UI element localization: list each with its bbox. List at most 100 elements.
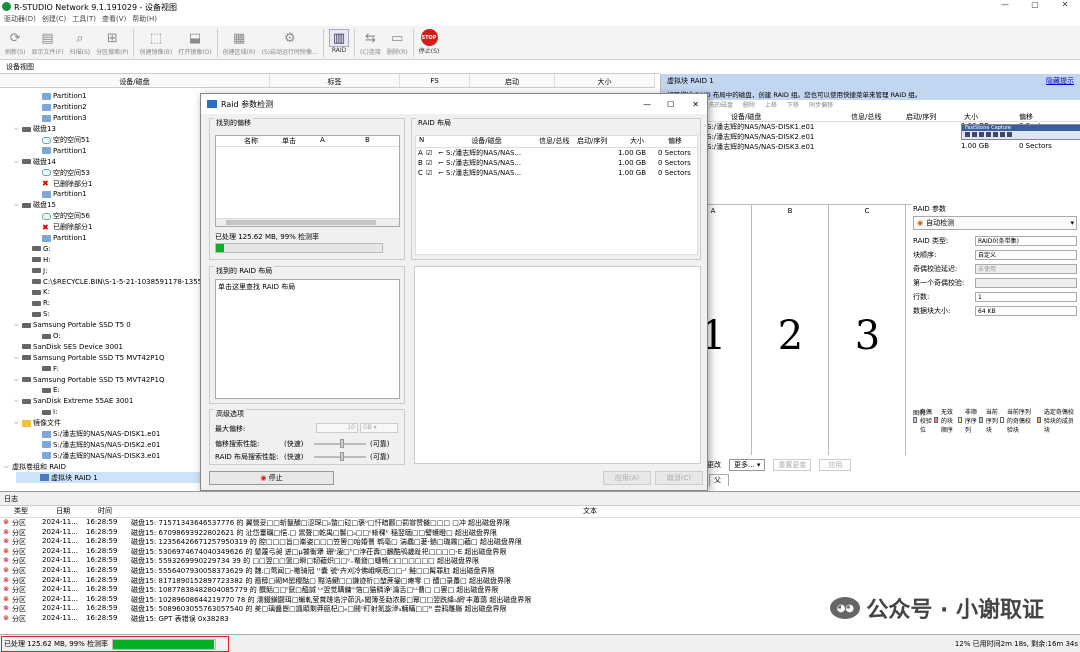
log-row[interactable]: ⊗ 分区 2024-11... 16:28:59 磁盘15: 5593269990229… [0,556,1080,566]
disk-checkbox[interactable]: ☑ [426,159,438,167]
param-value[interactable] [975,278,1077,288]
capture-icon[interactable] [993,132,998,137]
layout-block-number[interactable]: 3 [829,313,906,359]
raid-toolbar-item[interactable]: 上移 [765,100,777,112]
offset-perf-slider[interactable] [314,439,366,448]
log-row[interactable]: ⊗ 分区 2024-11... 16:28:59 磁盘15: 8171890152897… [0,576,1080,586]
dialog-minimize-button[interactable]: — [643,100,651,109]
chevron-down-icon[interactable]: ⌵ [4,463,12,471]
menu-item[interactable]: 工具(T) [72,14,96,26]
log-row[interactable]: ⊗ 分区 2024-11... 16:28:59 磁盘15: 5556407930058… [0,566,1080,576]
header-start[interactable]: 启动 [470,74,555,87]
dialog-stop-button[interactable]: ◉ 停止 [209,471,334,485]
raid-toolbar-item[interactable]: 下移 [787,100,799,112]
refresh-button[interactable]: ⟳ 刷新(S) [2,26,29,60]
param-value[interactable]: 未使用 [975,264,1077,274]
device-view-tab[interactable]: 设备视图 [0,60,660,74]
dialog-cancel-button[interactable]: 取消(C) [655,471,703,485]
capture-icon[interactable] [979,132,984,137]
max-offset-input[interactable]: 10 [316,423,358,433]
layout-block-number[interactable]: 2 [752,313,829,359]
dialog-disk-row[interactable]: A ☑ ⌐ S:/潘志辉的NAS/NAS... 1.00 GB 0 Sectors [416,148,697,158]
dialog-apply-button[interactable]: 应用(A) [603,471,651,485]
auto-detect-select[interactable]: ◉ 自动检测 ▾ [913,216,1077,230]
hide-tips-link[interactable]: 隐藏提示 [1046,76,1074,86]
param-label: 行数: [913,293,930,301]
apply-layout-button[interactable]: 应用 [819,459,852,471]
log-row[interactable]: ⊗ 分区 2024-11... 16:28:59 磁盘15: 5306974674040… [0,547,1080,557]
menu-item[interactable]: 帮助(H) [132,14,157,26]
found-layout-list[interactable]: 单击这里查找 RAID 布局 [215,279,400,399]
runtime-image-button[interactable]: ⚙ (S)启动运行时映像… [259,26,322,60]
show-files-button[interactable]: ▤ 显示文件(F) [29,26,67,60]
dialog-title: Raid 参数检测 [221,99,274,109]
log-row[interactable]: ⊗ 分区 2024-11... 16:28:59 磁盘15: 6709869392280… [0,528,1080,538]
log-row[interactable]: ⊗ 分区 2024-11... 16:28:59 磁盘15: 7157134364653… [0,518,1080,528]
auto-detect-label: 自动检测 [926,219,955,227]
tab-parent[interactable]: 父 [709,474,729,486]
delete-button[interactable]: ▭ 删除(R) [384,26,411,60]
menu-item[interactable]: 查看(V) [102,14,126,26]
tree-row-label: 磁盘13 [33,125,56,134]
dialog-disk-row[interactable]: B ☑ ⌐ S:/潘志辉的NAS/NAS... 1.00 GB 0 Sectors [416,158,697,168]
reset-changes-button[interactable]: 重置更变 [773,459,812,471]
offsets-hscrollbar[interactable] [216,218,399,226]
capture-icon[interactable] [972,132,977,137]
param-value[interactable]: RAID0(条带集) [975,236,1077,246]
raid-button[interactable]: ▥ RAID [326,26,352,60]
tree-row-label: I: [53,408,58,417]
offsets-list[interactable]: 名称 单击 A B [215,135,400,227]
chevron-down-icon[interactable]: ⌵ [14,397,22,405]
param-value[interactable]: 64 KB [975,306,1077,316]
create-region-button[interactable]: ▦ 创建区域(R) [220,26,259,60]
close-button[interactable]: ✕ [1050,0,1080,14]
raid-toolbar-item[interactable]: 同步偏移 [809,100,833,112]
partition-search-button[interactable]: ⊞ 分区搜索(P) [93,26,131,60]
more-dropdown[interactable]: 更多... ▾ [729,459,766,471]
dialog-close-button[interactable]: ✕ [692,100,699,109]
chevron-down-icon[interactable]: ⌵ [14,321,22,329]
param-value[interactable]: 自定义 [975,250,1077,260]
disk-icon [22,355,31,361]
tab-change[interactable]: 更改 [707,460,721,470]
dialog-maximize-button[interactable]: ☐ [667,100,674,109]
tree-row-label: H: [43,255,51,264]
raid-perf-slider[interactable] [314,452,366,461]
menu-item[interactable]: 创建(C) [42,14,66,26]
max-offset-label: 最大偏移: [215,425,246,433]
disk-checkbox[interactable]: ☑ [426,149,438,157]
connect-button[interactable]: ⇆ (C)连接 [357,26,384,60]
menu-item[interactable]: 驱动器(D) [4,14,36,26]
legend-item: 当前序列块 [978,409,1000,434]
capture-icon[interactable] [1000,132,1005,137]
header-size[interactable]: 大小 [555,74,655,87]
scan-button[interactable]: ⌕ 扫描(S) [67,26,94,60]
chevron-down-icon[interactable]: ⌵ [14,376,22,384]
capture-icon[interactable] [986,132,991,137]
chevron-down-icon[interactable]: ⌵ [14,201,22,209]
layout-column-header: C [864,207,870,215]
capture-icon[interactable] [1007,132,1012,137]
chevron-down-icon[interactable]: ⌵ [14,158,22,166]
raid-toolbar-item[interactable]: 删除 [743,100,755,112]
disk-checkbox[interactable]: ☑ [426,169,438,177]
param-value[interactable]: 1 [975,292,1077,302]
raid-disk-row[interactable]: S:/潘志辉的NAS/NAS-DISK3.e01 1.00 GB 0 Sectors [661,142,1080,152]
chevron-down-icon[interactable]: ⌵ [14,125,22,133]
header-device[interactable]: 设备/磁盘 [0,74,270,87]
log-row[interactable]: ⊗ 分区 2024-11... 16:28:59 磁盘15: 1235642667125… [0,537,1080,547]
maximize-button[interactable]: ▢ [1020,0,1050,14]
chevron-down-icon[interactable]: ⌵ [14,419,22,427]
legend-item: 当前序列的奇偶校验块 [999,409,1037,434]
stop-button[interactable]: STOP 停止(S) [416,26,443,60]
capture-icon[interactable] [965,132,970,137]
header-label[interactable]: 标签 [270,74,400,87]
tree-row-label: Samsung Portable SSD T5 MVT42P1Q [33,375,165,384]
chevron-down-icon[interactable]: ⌵ [14,354,22,362]
open-image-button[interactable]: ⬓ 打开镜像(O) [175,26,214,60]
minimize-button[interactable]: — [990,0,1020,14]
max-offset-unit-select[interactable]: GB ▾ [360,423,398,433]
header-fs[interactable]: FS [400,74,470,87]
dialog-disk-row[interactable]: C ☑ ⌐ S:/潘志辉的NAS/NAS... 1.00 GB 0 Sectors [416,168,697,178]
create-image-button[interactable]: ⬚ 创建镜像(B) [136,26,175,60]
